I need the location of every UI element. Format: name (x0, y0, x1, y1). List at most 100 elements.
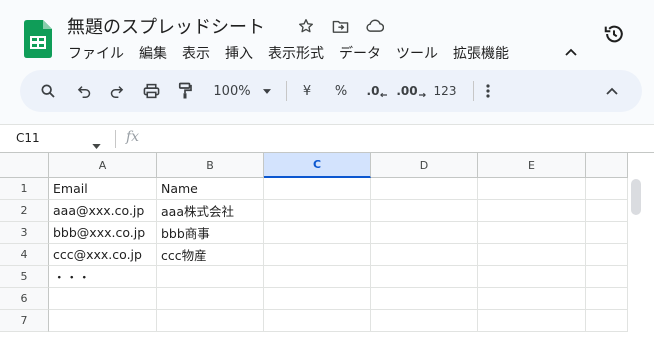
cell-f6[interactable] (586, 288, 628, 310)
vertical-scrollbar[interactable] (631, 179, 641, 215)
cell-e2[interactable] (478, 200, 586, 222)
redo-icon[interactable] (105, 80, 127, 102)
menu-edit[interactable]: 編集 (139, 43, 167, 63)
cell-e5[interactable] (478, 266, 586, 288)
toolbar-divider (473, 81, 474, 101)
column-header-c[interactable]: C (264, 153, 371, 178)
row-header[interactable]: 3 (0, 222, 49, 244)
cell-a5[interactable]: ・・・ (49, 266, 157, 288)
row-header[interactable]: 1 (0, 178, 49, 200)
cloud-saved-icon[interactable] (364, 16, 384, 36)
cell-b2[interactable]: aaa株式会社 (157, 200, 264, 222)
spreadsheet-grid: A B C D E 1 Email Name 2 aaa@xxx.co.jp a… (0, 152, 654, 340)
menu-view[interactable]: 表示 (182, 43, 210, 63)
cell-e3[interactable] (478, 222, 586, 244)
row-header[interactable]: 4 (0, 244, 49, 266)
arrow-left-icon (380, 92, 388, 98)
select-all-corner[interactable] (0, 153, 49, 178)
history-icon[interactable] (601, 21, 627, 47)
column-header-f[interactable] (586, 153, 628, 178)
cell-c6[interactable] (264, 288, 371, 310)
cell-a2[interactable]: aaa@xxx.co.jp (49, 200, 157, 222)
cell-f7[interactable] (586, 310, 628, 332)
row-header[interactable]: 2 (0, 200, 49, 222)
cell-c2[interactable] (264, 200, 371, 222)
toolbar-divider (286, 81, 287, 101)
cell-b4[interactable]: ccc物産 (157, 244, 264, 266)
cell-d2[interactable] (371, 200, 478, 222)
menu-insert[interactable]: 挿入 (225, 43, 253, 63)
cell-c4[interactable] (264, 244, 371, 266)
move-folder-icon[interactable] (330, 16, 350, 36)
cell-e6[interactable] (478, 288, 586, 310)
formula-input[interactable] (152, 131, 632, 147)
cell-b1[interactable]: Name (157, 178, 264, 200)
chevron-up-icon[interactable] (563, 43, 579, 61)
cell-c1[interactable] (264, 178, 371, 200)
menu-bar: ファイル 編集 表示 挿入 表示形式 データ ツール 拡張機能 (68, 43, 524, 63)
menu-file[interactable]: ファイル (68, 43, 124, 63)
zoom-dropdown-icon[interactable] (260, 80, 274, 102)
cell-e4[interactable] (478, 244, 586, 266)
cell-e1[interactable] (478, 178, 586, 200)
cell-d6[interactable] (371, 288, 478, 310)
increase-decimal-button[interactable]: .00 (395, 80, 427, 102)
arrow-right-icon (418, 92, 426, 98)
cell-e7[interactable] (478, 310, 586, 332)
row-header[interactable]: 6 (0, 288, 49, 310)
cell-f3[interactable] (586, 222, 628, 244)
cell-b3[interactable]: bbb商事 (157, 222, 264, 244)
cell-a3[interactable]: bbb@xxx.co.jp (49, 222, 157, 244)
zoom-select[interactable]: 100% (208, 80, 256, 102)
more-options-icon[interactable] (479, 80, 497, 102)
collapse-toolbar-icon[interactable] (602, 80, 622, 102)
increase-decimal-label: .00 (396, 84, 418, 98)
cell-d7[interactable] (371, 310, 478, 332)
decrease-decimal-button[interactable]: .0 (363, 80, 391, 102)
cell-f5[interactable] (586, 266, 628, 288)
name-box[interactable]: C11 (16, 131, 40, 145)
menu-data[interactable]: データ (339, 43, 381, 63)
number-format-button[interactable]: 123 (431, 80, 459, 102)
menu-tools[interactable]: ツール (396, 43, 438, 63)
cell-a1[interactable]: Email (49, 178, 157, 200)
cell-b5[interactable] (157, 266, 264, 288)
undo-icon[interactable] (73, 80, 95, 102)
cell-d3[interactable] (371, 222, 478, 244)
cell-f2[interactable] (586, 200, 628, 222)
cell-d5[interactable] (371, 266, 478, 288)
document-title[interactable]: 無題のスプレッドシート (67, 13, 265, 39)
cell-d4[interactable] (371, 244, 478, 266)
cell-a4[interactable]: ccc@xxx.co.jp (49, 244, 157, 266)
name-box-dropdown-icon[interactable] (92, 134, 102, 149)
toolbar: 100% ¥ % .0 .00 123 (20, 70, 642, 112)
currency-format-button[interactable]: ¥ (298, 80, 316, 102)
cell-c7[interactable] (264, 310, 371, 332)
menu-extensions[interactable]: 拡張機能 (453, 43, 509, 63)
paint-format-icon[interactable] (174, 80, 196, 102)
cell-b7[interactable] (157, 310, 264, 332)
cell-d1[interactable] (371, 178, 478, 200)
search-menus-icon[interactable] (37, 80, 59, 102)
star-icon[interactable] (296, 16, 316, 36)
cell-a7[interactable] (49, 310, 157, 332)
cell-b6[interactable] (157, 288, 264, 310)
column-header-a[interactable]: A (49, 153, 157, 178)
sheets-logo-icon[interactable] (24, 20, 52, 58)
cell-c5[interactable] (264, 266, 371, 288)
cell-f4[interactable] (586, 244, 628, 266)
menu-format[interactable]: 表示形式 (268, 43, 324, 63)
cell-c3[interactable] (264, 222, 371, 244)
percent-format-button[interactable]: % (332, 80, 350, 102)
row-header[interactable]: 7 (0, 310, 49, 332)
formula-bar: C11 fx (0, 124, 654, 152)
column-header-d[interactable]: D (371, 153, 478, 178)
column-header-e[interactable]: E (478, 153, 586, 178)
cell-a6[interactable] (49, 288, 157, 310)
print-icon[interactable] (140, 80, 162, 102)
formula-bar-divider (115, 130, 116, 148)
row-header[interactable]: 5 (0, 266, 49, 288)
cell-f1[interactable] (586, 178, 628, 200)
column-header-b[interactable]: B (157, 153, 264, 178)
fx-icon: fx (126, 129, 140, 145)
